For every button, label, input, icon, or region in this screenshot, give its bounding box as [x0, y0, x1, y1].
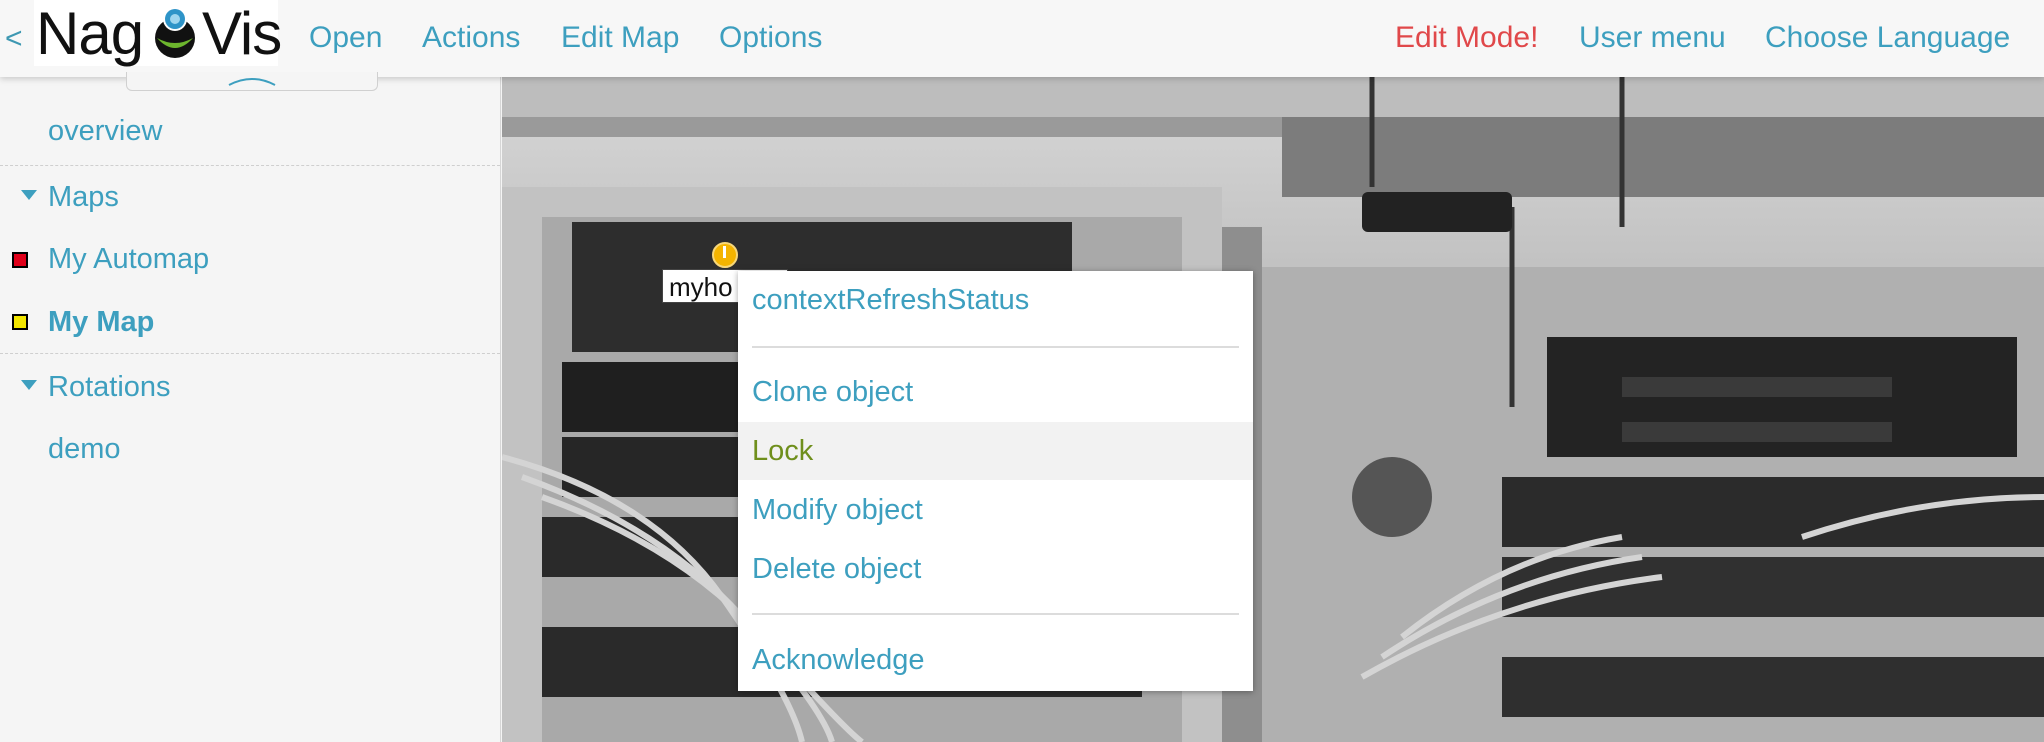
- menu-choose-language[interactable]: Choose Language: [1765, 20, 2010, 56]
- menu-open[interactable]: Open: [309, 20, 382, 56]
- context-refresh-status[interactable]: contextRefreshStatus: [738, 271, 1253, 329]
- nagvis-logo[interactable]: Nag Vis: [34, 0, 282, 67]
- context-delete-object[interactable]: Delete object: [738, 540, 1253, 598]
- context-modify-object[interactable]: Modify object: [738, 481, 1253, 539]
- menu-actions[interactable]: Actions: [422, 20, 520, 56]
- sidebar-item-overview[interactable]: overview: [48, 114, 162, 148]
- map-status-warning-icon: [12, 314, 28, 330]
- menu-user[interactable]: User menu: [1579, 20, 1726, 56]
- sidebar: [0, 77, 501, 742]
- context-menu-separator: [752, 346, 1239, 348]
- logo-text-left: Nag: [36, 0, 144, 67]
- sidebar-item-demo[interactable]: demo: [48, 432, 121, 466]
- sidebar-heading-maps[interactable]: Maps: [48, 180, 119, 214]
- logo-eye-icon: [155, 7, 195, 58]
- server-rack-background-image: [502, 77, 2044, 742]
- edit-mode-indicator[interactable]: Edit Mode!: [1395, 20, 1538, 56]
- context-clone-object[interactable]: Clone object: [738, 363, 1253, 421]
- context-acknowledge[interactable]: Acknowledge: [738, 631, 1253, 689]
- top-menu-bar: < Nag Vis Open Actions Edit Map Options …: [0, 0, 2044, 77]
- context-lock[interactable]: Lock: [738, 422, 1253, 480]
- map-status-critical-icon: [12, 252, 28, 268]
- info-glyph: [723, 246, 726, 258]
- sidebar-item-my-automap[interactable]: My Automap: [48, 242, 209, 276]
- chevron-up-icon: [228, 78, 276, 86]
- maps-collapse-icon[interactable]: [21, 190, 37, 200]
- sidebar-toggle-button[interactable]: <: [5, 22, 23, 56]
- map-canvas[interactable]: [502, 77, 2044, 742]
- sidebar-heading-rotations[interactable]: Rotations: [48, 370, 171, 404]
- context-menu: contextRefreshStatus Clone object Lock M…: [738, 271, 1253, 691]
- menu-edit-map[interactable]: Edit Map: [561, 20, 679, 56]
- sidebar-divider: [0, 353, 500, 354]
- sidebar-divider: [0, 165, 500, 166]
- logo-text-right: Vis: [202, 0, 282, 67]
- context-menu-separator: [752, 613, 1239, 615]
- rotations-collapse-icon[interactable]: [21, 380, 37, 390]
- sidebar-collapse-handle[interactable]: [126, 72, 378, 91]
- sidebar-item-my-map[interactable]: My Map: [48, 305, 154, 339]
- host-status-icon[interactable]: [712, 242, 738, 268]
- menu-options[interactable]: Options: [719, 20, 822, 56]
